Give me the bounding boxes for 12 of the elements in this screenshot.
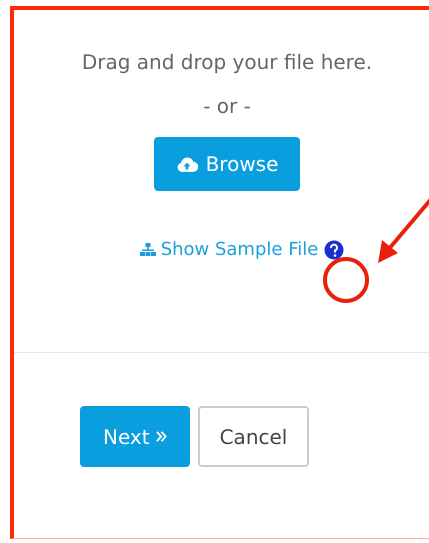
separator-text: - or - <box>203 94 251 118</box>
drop-prompt: Drag and drop your file here. <box>82 50 372 74</box>
next-button[interactable]: Next <box>80 406 190 467</box>
sitemap-icon <box>140 242 156 256</box>
annotation-arrow <box>378 196 429 263</box>
cloud-upload-icon <box>176 156 198 172</box>
annotation-circle <box>323 257 369 303</box>
help-icon[interactable] <box>324 240 344 260</box>
show-sample-file-link[interactable]: Show Sample File <box>140 239 318 260</box>
browse-button[interactable]: Browse <box>154 137 300 191</box>
cancel-button[interactable]: Cancel <box>198 406 310 467</box>
double-chevron-icon <box>156 431 167 442</box>
